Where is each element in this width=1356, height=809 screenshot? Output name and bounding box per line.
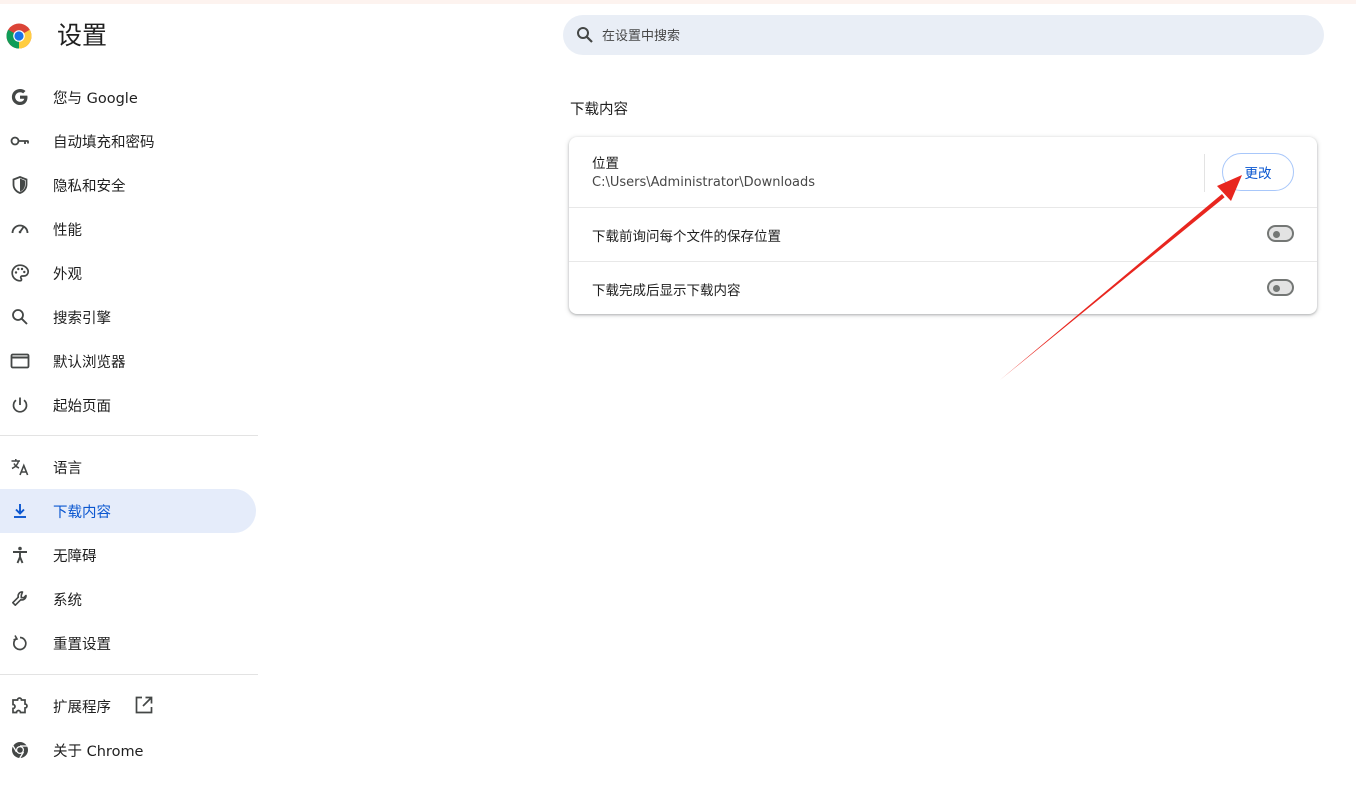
show-downloads-when-done-row[interactable]: 下载完成后显示下载内容 (569, 262, 1317, 315)
chrome-icon (9, 739, 31, 761)
sidebar-item-label: 搜索引擎 (53, 310, 111, 327)
sidebar-item-label: 隐私和安全 (53, 178, 126, 195)
accessibility-icon (9, 544, 31, 566)
sidebar-item-label: 重置设置 (53, 636, 111, 653)
search-icon (577, 27, 593, 43)
downloads-settings-card: 位置 C:\Users\Administrator\Downloads 更改 下… (569, 137, 1317, 314)
sidebar-divider (0, 674, 258, 675)
sidebar-item-label: 起始页面 (53, 398, 111, 415)
location-label: 位置 (592, 156, 619, 172)
sidebar-item-downloads[interactable]: 下载内容 (0, 489, 256, 533)
toggle-knob (1273, 284, 1280, 292)
show-downloads-when-done-label: 下载完成后显示下载内容 (592, 283, 741, 299)
sidebar-item-label: 关于 Chrome (53, 743, 144, 760)
toggle-knob (1273, 230, 1280, 238)
sidebar-item-about-chrome[interactable]: 关于 Chrome (0, 728, 256, 772)
page-title: 设置 (57, 21, 108, 50)
sidebar-item-languages[interactable]: 语言 (0, 445, 256, 489)
google-g-icon (9, 86, 31, 108)
sidebar-item-label: 下载内容 (53, 504, 111, 521)
sidebar-item-reset[interactable]: 重置设置 (0, 621, 256, 665)
sidebar-item-extensions[interactable]: 扩展程序 (0, 684, 256, 728)
sidebar-item-search-engine[interactable]: 搜索引擎 (0, 295, 256, 339)
sidebar-item-accessibility[interactable]: 无障碍 (0, 533, 256, 577)
sidebar-item-on-startup[interactable]: 起始页面 (0, 383, 256, 427)
search-icon (9, 306, 31, 328)
browser-window-icon (9, 350, 31, 372)
sidebar-divider (0, 435, 258, 436)
puzzle-icon (9, 695, 31, 717)
ask-where-to-save-toggle[interactable] (1267, 225, 1294, 242)
settings-search-bar[interactable] (563, 15, 1324, 55)
section-title-downloads: 下载内容 (570, 102, 628, 118)
sidebar-item-privacy[interactable]: 隐私和安全 (0, 163, 256, 207)
sidebar-item-label: 自动填充和密码 (53, 134, 155, 151)
location-path: C:\Users\Administrator\Downloads (592, 175, 816, 190)
sidebar-item-label: 语言 (53, 460, 82, 477)
download-icon (9, 500, 31, 522)
sidebar-item-system[interactable]: 系统 (0, 577, 256, 621)
show-downloads-when-done-toggle[interactable] (1267, 279, 1294, 296)
top-accent-strip (0, 0, 1356, 4)
sidebar-item-performance[interactable]: 性能 (0, 207, 256, 251)
sidebar-item-you-and-google[interactable]: 您与 Google (0, 75, 256, 119)
power-icon (9, 394, 31, 416)
sidebar-item-label: 性能 (53, 222, 82, 239)
ask-where-to-save-label: 下载前询问每个文件的保存位置 (592, 229, 781, 245)
sidebar-item-label: 系统 (53, 592, 82, 609)
ask-where-to-save-row[interactable]: 下载前询问每个文件的保存位置 (569, 208, 1317, 261)
sidebar-item-default-browser[interactable]: 默认浏览器 (0, 339, 256, 383)
external-link-icon (135, 696, 153, 714)
sidebar-item-label: 默认浏览器 (53, 354, 126, 371)
sidebar-item-label: 您与 Google (53, 90, 138, 107)
chrome-logo-icon (6, 23, 32, 49)
key-icon (9, 130, 31, 152)
palette-icon (9, 262, 31, 284)
vertical-separator (1204, 154, 1205, 192)
shield-icon (9, 174, 31, 196)
sidebar-item-autofill[interactable]: 自动填充和密码 (0, 119, 256, 163)
sidebar-item-label: 无障碍 (53, 548, 97, 565)
speedometer-icon (9, 218, 31, 240)
sidebar-item-appearance[interactable]: 外观 (0, 251, 256, 295)
change-location-button[interactable]: 更改 (1222, 153, 1294, 191)
sidebar-item-label: 扩展程序 (53, 699, 111, 716)
search-input[interactable] (600, 24, 1304, 48)
wrench-icon (9, 588, 31, 610)
download-location-row: 位置 C:\Users\Administrator\Downloads 更改 (569, 137, 1317, 207)
translate-icon (9, 456, 31, 478)
sidebar-item-label: 外观 (53, 266, 82, 283)
reset-icon (9, 632, 31, 654)
